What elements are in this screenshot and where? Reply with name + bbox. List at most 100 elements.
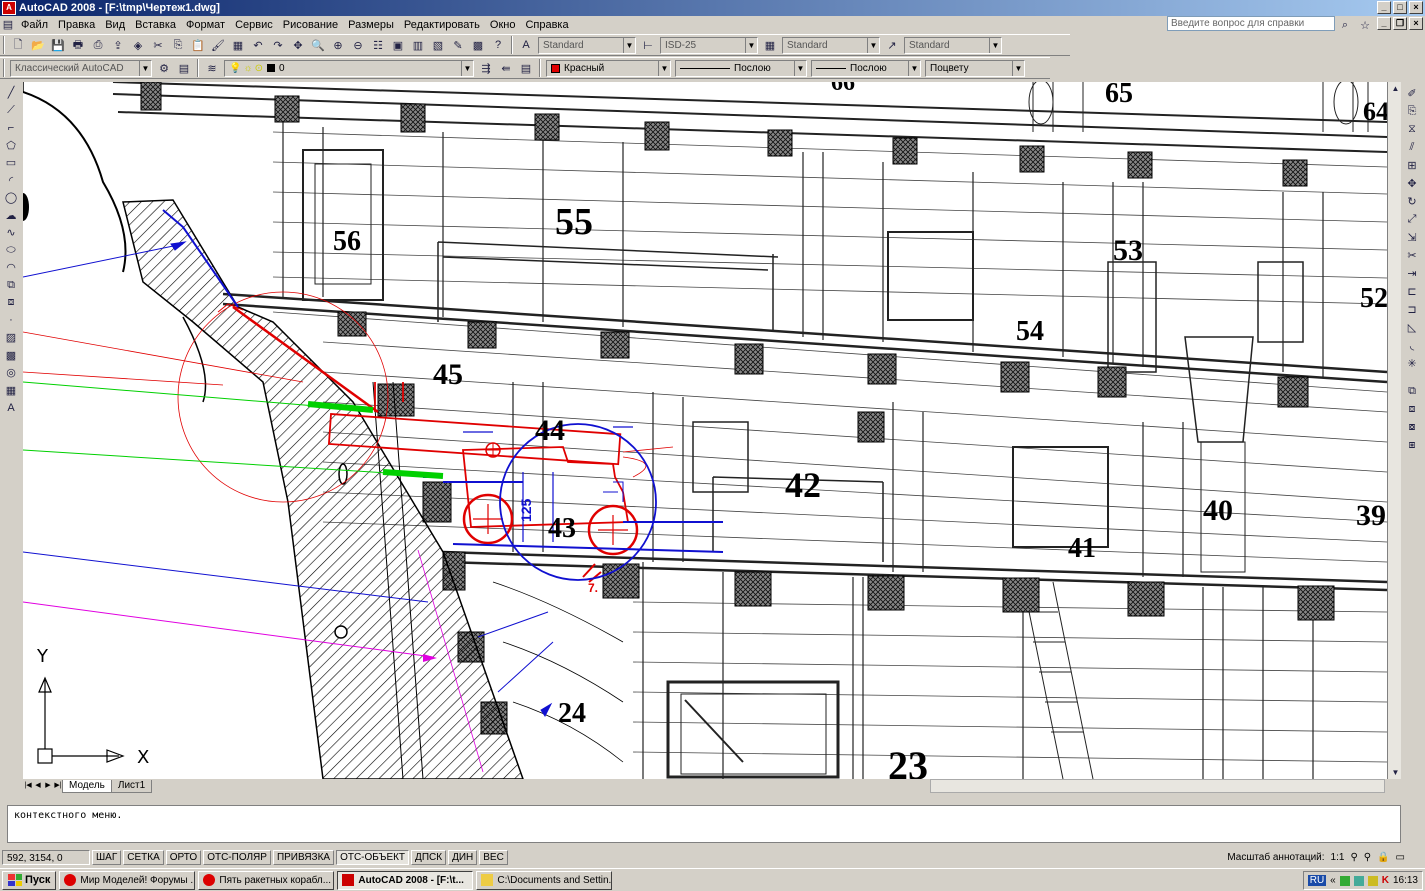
circle-icon[interactable]: ◯	[2, 189, 20, 207]
table-style-select[interactable]: Standard ▼	[782, 36, 880, 54]
rotate-icon[interactable]: ↻	[1403, 192, 1421, 210]
make-layer-current-icon[interactable]: ⇶	[477, 59, 495, 77]
zoom-realtime-icon[interactable]: 🔍	[309, 36, 327, 54]
tab-layout1[interactable]: Лист1	[110, 779, 153, 793]
hatch-icon[interactable]: ▨	[2, 329, 20, 347]
language-indicator[interactable]: RU	[1307, 875, 1327, 886]
color-select[interactable]: Красный ▼	[546, 59, 671, 77]
help-search-input[interactable]: Введите вопрос для справки	[1167, 16, 1335, 31]
ellipse-icon[interactable]: ⬭	[2, 242, 20, 260]
otrack-button[interactable]: ОТС-ОБЪЕКТ	[336, 850, 410, 865]
volume-icon[interactable]	[1367, 875, 1378, 886]
open-file-icon[interactable]: 📂	[29, 36, 47, 54]
ortho-button[interactable]: ОРТО	[165, 850, 202, 865]
doc-close-button[interactable]: ×	[1409, 17, 1423, 30]
dim-style-select[interactable]: ISD-25 ▼	[660, 36, 758, 54]
menu-draw[interactable]: Рисование	[278, 19, 343, 31]
join-icon[interactable]: ⊐	[1403, 300, 1421, 318]
line-icon[interactable]: ╱	[2, 84, 20, 102]
make-block-icon[interactable]: ⧈	[2, 294, 20, 312]
menu-view[interactable]: Вид	[100, 19, 130, 31]
rectangle-icon[interactable]: ▭	[2, 154, 20, 172]
polyline-icon[interactable]: ⌐	[2, 119, 20, 137]
close-button[interactable]: ×	[1409, 1, 1423, 14]
gradient-icon[interactable]: ▩	[2, 347, 20, 365]
tab-model[interactable]: Модель	[62, 779, 112, 793]
send-back-icon[interactable]: ⧇	[1403, 418, 1421, 436]
extend-icon[interactable]: ⇥	[1403, 264, 1421, 282]
minimize-button[interactable]: _	[1377, 1, 1391, 14]
ellipse-arc-icon[interactable]: ◠	[2, 259, 20, 277]
scroll-up-icon[interactable]: ▲	[1389, 82, 1402, 95]
undo-icon[interactable]: ↶	[249, 36, 267, 54]
menu-edit[interactable]: Правка	[53, 19, 100, 31]
horizontal-scrollbar[interactable]	[930, 779, 1385, 793]
tab-first-icon[interactable]: |◀	[23, 780, 33, 792]
region-icon[interactable]: ◎	[2, 364, 20, 382]
menu-insert[interactable]: Вставка	[130, 19, 181, 31]
design-center-icon[interactable]: ▣	[389, 36, 407, 54]
taskbar-item-ships[interactable]: Пять ракетных корабл...	[198, 870, 335, 890]
taskbar-item-autocad[interactable]: AutoCAD 2008 - [F:\t...	[337, 870, 474, 890]
coordinates-display[interactable]: 592, 3154, 0	[2, 850, 90, 865]
zoom-window-icon[interactable]: ⊕	[329, 36, 347, 54]
polygon-icon[interactable]: ⬠	[2, 137, 20, 155]
toolbar-grip[interactable]	[3, 36, 5, 54]
mirror-icon[interactable]: ⧖	[1403, 120, 1421, 138]
kaspersky-icon[interactable]: K	[1382, 875, 1389, 886]
vertical-scrollbar[interactable]: ▲ ▼	[1387, 82, 1401, 779]
chamfer-icon[interactable]: ◺	[1403, 318, 1421, 336]
multileader-style-select[interactable]: Standard ▼	[904, 36, 1002, 54]
linetype-select[interactable]: Послою ▼	[675, 59, 807, 77]
paste-icon[interactable]: 📋	[189, 36, 207, 54]
help-favorites-icon[interactable]: ☆	[1356, 16, 1374, 34]
bring-front-icon[interactable]: ⧈	[1403, 400, 1421, 418]
plotstyle-select[interactable]: Поцвету ▼	[925, 59, 1025, 77]
scale-icon[interactable]: ⤢	[1403, 210, 1421, 228]
grid-button[interactable]: СЕТКА	[123, 850, 164, 865]
match-properties-icon[interactable]: 🖌	[209, 36, 227, 54]
taskbar-item-explorer[interactable]: C:\Documents and Settin...	[476, 870, 613, 890]
workspace-settings-icon[interactable]: ⚙	[155, 59, 173, 77]
spline-icon[interactable]: ∿	[2, 224, 20, 242]
move-icon[interactable]: ✥	[1403, 174, 1421, 192]
tab-prev-icon[interactable]: ◀	[33, 780, 43, 792]
table-style-icon[interactable]: ▦	[761, 36, 779, 54]
fillet-icon[interactable]: ◟	[1403, 336, 1421, 354]
stretch-icon[interactable]: ⇲	[1403, 228, 1421, 246]
polar-button[interactable]: ОТС-ПОЛЯР	[203, 850, 271, 865]
dim-style-icon[interactable]: ⊢	[639, 36, 657, 54]
lineweight-select[interactable]: Послою ▼	[811, 59, 921, 77]
menu-window[interactable]: Окно	[485, 19, 521, 31]
clean-screen-icon[interactable]: ▭	[1396, 852, 1405, 863]
break-icon[interactable]: ⊏	[1403, 282, 1421, 300]
scroll-down-icon[interactable]: ▼	[1389, 766, 1402, 779]
snap-button[interactable]: ШАГ	[92, 850, 122, 865]
layer-states-icon[interactable]: ▤	[517, 59, 535, 77]
block-editor-icon[interactable]: ▦	[229, 36, 247, 54]
point-icon[interactable]: ·	[2, 312, 20, 330]
menu-help[interactable]: Справка	[520, 19, 573, 31]
print-icon[interactable]: 🖶	[69, 36, 87, 54]
toolbar-grip[interactable]	[3, 59, 5, 77]
insert-block-icon[interactable]: ⧉	[2, 277, 20, 295]
annotation-visibility-icon[interactable]: ⚲	[1350, 852, 1357, 863]
menu-tools[interactable]: Сервис	[230, 19, 278, 31]
doc-minimize-button[interactable]: _	[1377, 17, 1391, 30]
ducs-button[interactable]: ДПСК	[411, 850, 447, 865]
maximize-button[interactable]: □	[1393, 1, 1407, 14]
command-line[interactable]: контекстного меню.	[7, 805, 1401, 843]
taskbar-item-forum[interactable]: Мир Моделей! Форумы ...	[59, 870, 196, 890]
tool-palettes-icon[interactable]: ▥	[409, 36, 427, 54]
workspace-save-icon[interactable]: ▤	[175, 59, 193, 77]
help-icon[interactable]: ?	[489, 36, 507, 54]
save-icon[interactable]: 💾	[49, 36, 67, 54]
doc-restore-button[interactable]: ❐	[1393, 17, 1407, 30]
document-icon[interactable]: ▤	[1, 18, 15, 32]
pan-icon[interactable]: ✥	[289, 36, 307, 54]
start-button[interactable]: Пуск	[2, 870, 57, 890]
revision-cloud-icon[interactable]: ☁	[2, 207, 20, 225]
text-style-icon[interactable]: A	[517, 36, 535, 54]
zoom-previous-icon[interactable]: ⊖	[349, 36, 367, 54]
explode-icon[interactable]: ✳	[1403, 354, 1421, 372]
